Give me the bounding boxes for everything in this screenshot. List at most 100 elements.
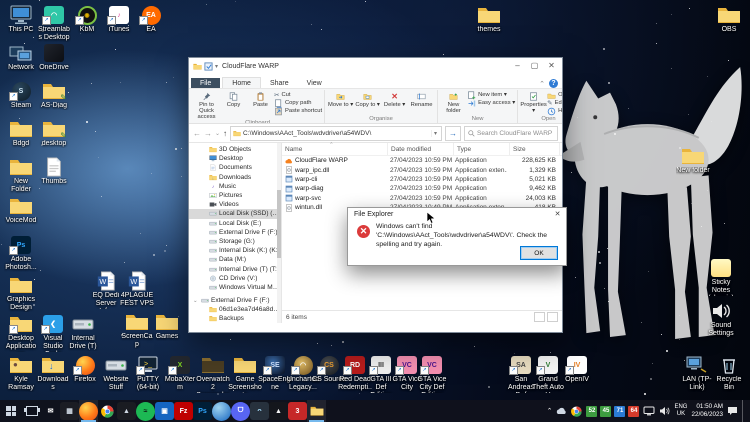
delete-button[interactable]: ✕Delete ▾ bbox=[381, 90, 408, 108]
easy-access-button[interactable]: Easy access ▾ bbox=[467, 99, 515, 107]
chrome-tray-icon[interactable] bbox=[571, 406, 582, 417]
file-row-cloudflare-warp[interactable]: CloudFlare WARP 27/04/2023 10:59 PM Appl… bbox=[282, 156, 562, 165]
dark-game-app[interactable]: ▲ bbox=[117, 400, 136, 422]
minimize-button[interactable]: – bbox=[509, 58, 526, 74]
file-row-warp-diag[interactable]: warp-diag 27/04/2023 10:59 PM Applicatio… bbox=[282, 184, 562, 193]
desktop-icon-games[interactable]: Games bbox=[150, 312, 184, 341]
desktop-icon-onedrive[interactable]: OneDrive bbox=[37, 43, 71, 72]
tab-home[interactable]: Home bbox=[222, 77, 261, 88]
firefox-app[interactable] bbox=[79, 400, 98, 422]
desktop-icon-voicemod[interactable]: VoiceMod bbox=[4, 196, 38, 225]
go-refresh-icon[interactable]: → bbox=[445, 126, 461, 141]
tab-file[interactable]: File bbox=[191, 78, 220, 88]
clock[interactable]: 01:50 AM22/06/2023 bbox=[691, 403, 723, 418]
chrome-app[interactable] bbox=[98, 400, 117, 422]
tray-badge-52[interactable]: 52 bbox=[586, 406, 597, 417]
tray-badge-71[interactable]: 71 bbox=[614, 406, 625, 417]
up-icon[interactable]: ↑ bbox=[223, 129, 227, 138]
desktop-icon-game-screenshots[interactable]: Game Screenshots bbox=[228, 355, 262, 393]
move-to-button[interactable]: Move to ▾ bbox=[327, 90, 354, 108]
column-header-size[interactable]: Size bbox=[510, 143, 560, 155]
desktop-icon-adobe-photosh[interactable]: Ps↗Adobe Photosh... bbox=[4, 235, 38, 272]
forward-icon[interactable]: → bbox=[204, 129, 212, 138]
quick-access-toolbar[interactable]: ▾ bbox=[193, 62, 218, 71]
column-header-type[interactable]: Type bbox=[454, 143, 510, 155]
desktop-icon-gta-vice-city-def-edition[interactable]: VC↗GTA Vice City Def Edition bbox=[415, 355, 449, 393]
properties-button[interactable]: Properties ▾ bbox=[520, 90, 547, 114]
close-button[interactable]: ✕ bbox=[543, 58, 560, 74]
start-button[interactable] bbox=[0, 400, 22, 422]
details-view-button[interactable] bbox=[534, 312, 545, 322]
tray-badge-45[interactable]: 45 bbox=[600, 406, 611, 417]
desktop-icon-graphics-design[interactable]: Graphics Design bbox=[4, 275, 38, 312]
desktop-icon-openiv[interactable]: IV↗OpenIV bbox=[560, 355, 594, 384]
nav-item-local-disk-ssd-c[interactable]: Local Disk (SSD) (C:) bbox=[189, 209, 281, 218]
desktop-icon-desktop[interactable]: ✎desktop bbox=[37, 119, 71, 148]
desktop-icon-themes[interactable]: themes bbox=[472, 5, 506, 34]
desktop-icon-mobaxterm[interactable]: X↗MobaXterm bbox=[163, 355, 197, 392]
action-center-icon[interactable] bbox=[727, 406, 738, 416]
nav-item-3d-objects[interactable]: 3D Objects bbox=[189, 145, 281, 154]
copy-button[interactable]: Copy bbox=[220, 90, 247, 108]
nav-item-documents[interactable]: Documents bbox=[189, 163, 281, 172]
tab-view[interactable]: View bbox=[298, 78, 331, 88]
nav-item-internal-drive-t-t[interactable]: Internal Drive (T) (T:) bbox=[189, 264, 281, 273]
desktop-icon-visual-studio-code[interactable]: ❮↗Visual Studio Code bbox=[36, 314, 70, 352]
volume-icon[interactable] bbox=[659, 406, 670, 416]
desktop-icon-kbm[interactable]: ◉↗KbM bbox=[70, 5, 104, 34]
nav-item-data-m[interactable]: Data (M:) bbox=[189, 255, 281, 264]
dialog-close-icon[interactable]: ✕ bbox=[549, 210, 566, 218]
new-folder-button[interactable]: New folder bbox=[440, 90, 467, 114]
nav-item-videos[interactable]: Videos bbox=[189, 200, 281, 209]
recent-locations-icon[interactable]: ⌄ bbox=[215, 130, 220, 137]
desktop-icon-kyle-ramsay[interactable]: ●Kyle Ramsay bbox=[4, 355, 38, 392]
desktop-icon-thumbs[interactable]: Thumbs bbox=[37, 157, 71, 186]
desktop-icon-downloads[interactable]: ↓Downloads bbox=[36, 355, 70, 392]
desktop-icon-website-stuff[interactable]: Website Stuff bbox=[99, 355, 133, 392]
nav-item-external-drive-f-f[interactable]: External Drive F (F:) bbox=[189, 228, 281, 237]
desktop-icon-network[interactable]: Network bbox=[4, 43, 38, 72]
robot-app[interactable]: ᴖ bbox=[250, 400, 269, 422]
icons-view-button[interactable] bbox=[547, 312, 558, 322]
desktop-icon-ea[interactable]: EA↗EA bbox=[134, 5, 168, 34]
maximize-button[interactable]: ▢ bbox=[526, 58, 543, 74]
nav-item-downloads[interactable]: ↓Downloads bbox=[189, 173, 281, 182]
desktop-icon-recycle-bin[interactable]: Recycle Bin bbox=[712, 355, 746, 392]
store-app[interactable]: ▦ bbox=[60, 400, 79, 422]
nav-item-internal-disk-k-k[interactable]: Internal Disk (K:) (K:) bbox=[189, 246, 281, 255]
paste-button[interactable]: Paste bbox=[247, 90, 274, 108]
desktop-icon-as-diag[interactable]: ✎AS-Diag bbox=[37, 81, 71, 110]
filezilla-app[interactable]: Fz bbox=[174, 400, 193, 422]
desktop-icon-new-folder[interactable]: New folder bbox=[676, 146, 710, 175]
desktop-icon-lan-tp-link[interactable]: LAN (TP-Link) bbox=[680, 355, 714, 392]
tray-badge-64[interactable]: 64 bbox=[628, 406, 639, 417]
desktop-icon-sound-settings[interactable]: Sound Settings bbox=[704, 301, 738, 338]
mail-app[interactable]: ✉ bbox=[41, 400, 60, 422]
nav-item-storage-g[interactable]: Storage (G:) bbox=[189, 237, 281, 246]
ok-button[interactable]: OK bbox=[520, 246, 558, 260]
show-desktop-button[interactable] bbox=[742, 400, 747, 422]
desktop-icon-sticky-notes-classic[interactable]: Sticky Notes (classic) bbox=[704, 258, 738, 296]
desktop-icon-desktop-applications[interactable]: ↗Desktop Applications bbox=[4, 314, 38, 352]
file-row-warp-ipc-dll[interactable]: warp_ipc.dll 27/04/2023 10:59 PM Applica… bbox=[282, 165, 562, 174]
qat-properties-icon[interactable] bbox=[204, 62, 213, 71]
tray-chevron-icon[interactable]: ⌃ bbox=[547, 407, 553, 415]
nav-item-cd-drive-v[interactable]: CD Drive (V:) bbox=[189, 274, 281, 283]
discord-app[interactable]: ᗜ bbox=[231, 400, 250, 422]
desktop-icon-4plaguefest-vps[interactable]: W4PLAGUEFEST VPS bbox=[120, 271, 154, 308]
red-app[interactable]: 3 bbox=[288, 400, 307, 422]
desktop-icon-steam[interactable]: S↗Steam bbox=[4, 81, 38, 110]
pin-to-quick-access-button[interactable]: Pin to Quick access bbox=[193, 90, 220, 120]
desktop-icon-new-folder[interactable]: New Folder bbox=[4, 157, 38, 194]
search-box[interactable]: Search CloudFlare WARP bbox=[464, 126, 558, 141]
tab-share[interactable]: Share bbox=[261, 78, 298, 88]
browser-app[interactable] bbox=[212, 400, 231, 422]
help-icon[interactable]: ? bbox=[549, 79, 558, 88]
desktop-icon-this-pc[interactable]: This PC bbox=[4, 5, 38, 34]
network-icon[interactable] bbox=[643, 406, 655, 416]
task-view-button[interactable] bbox=[22, 400, 41, 422]
address-bar[interactable]: C:\Windows\AAct_Tools\wdvdriver\a54WDV\ … bbox=[230, 126, 442, 141]
nav-item-06d1e3ea7d46a8db8c8652fe[interactable]: 06d1e3ea7d46a8db8c8652fe bbox=[189, 305, 281, 314]
desktop-icon-putty-64-bit[interactable]: >_↗PuTTY (64-bit) bbox=[131, 355, 165, 392]
desktop-icon-bdgd[interactable]: Bdgd bbox=[4, 119, 38, 148]
